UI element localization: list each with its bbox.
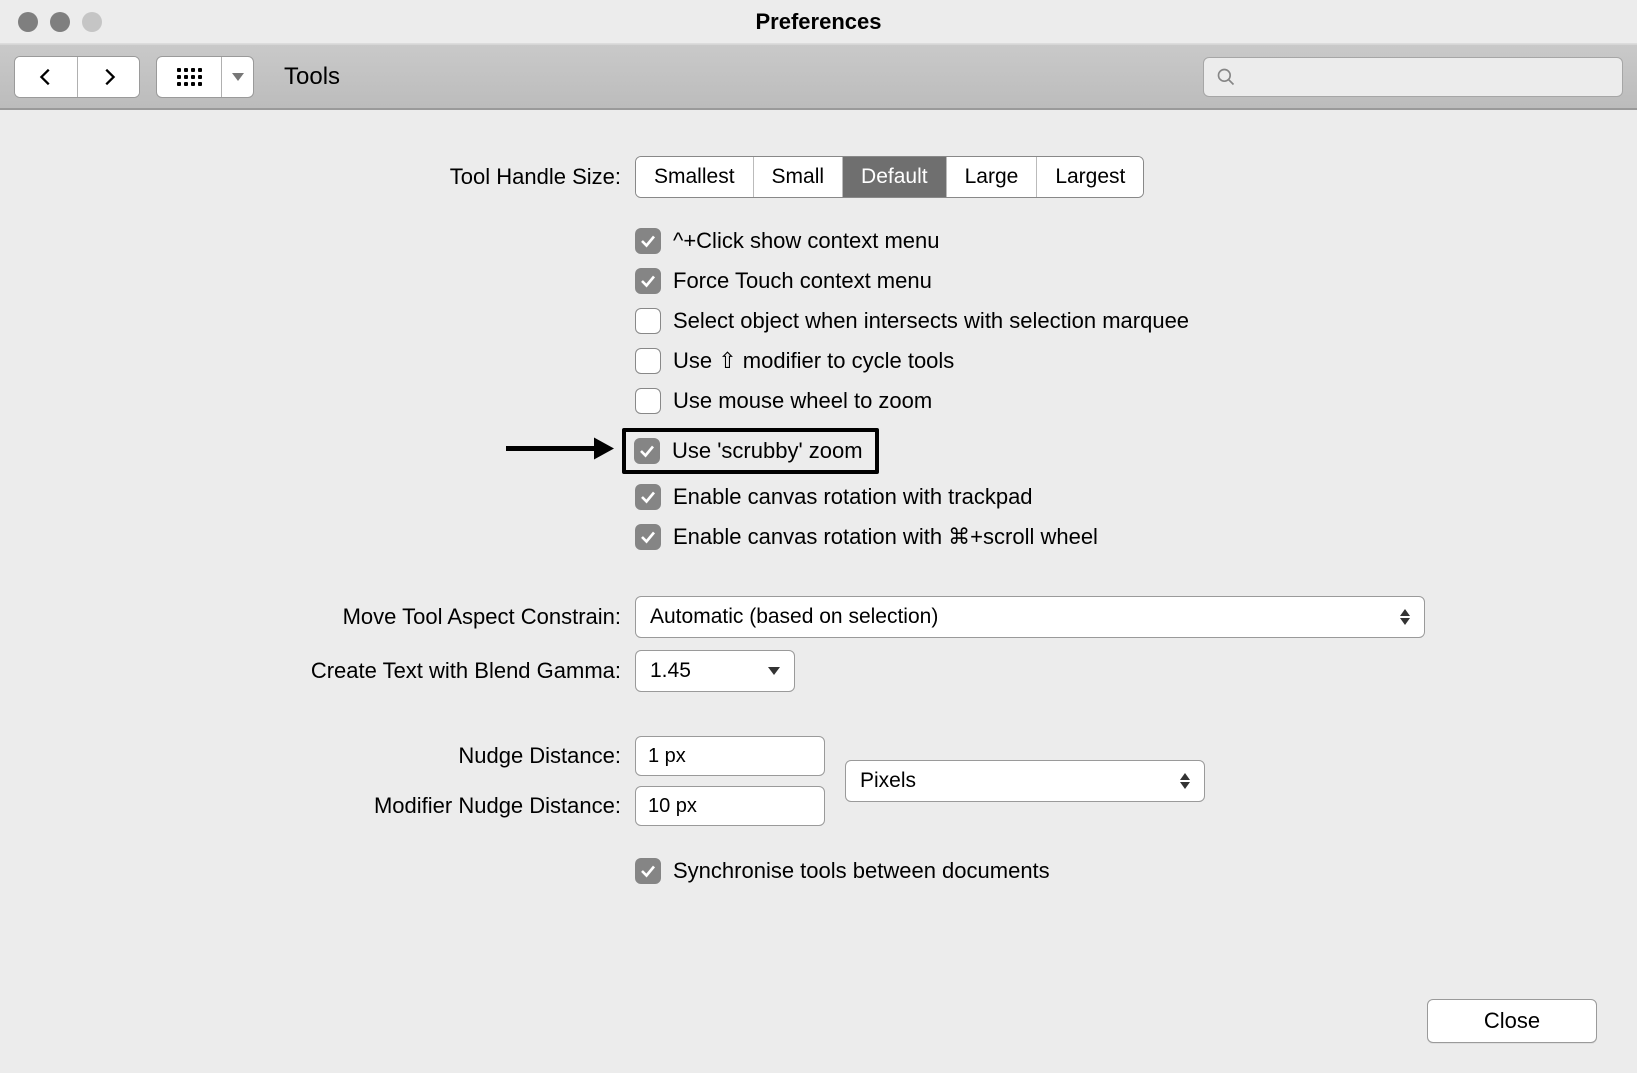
titlebar: Preferences xyxy=(0,0,1637,44)
blend-gamma-select[interactable]: 1.45 xyxy=(635,650,795,692)
tool-handle-segmented: Smallest Small Default Large Largest xyxy=(635,156,1144,198)
tool-handle-row: Tool Handle Size: Smallest Small Default… xyxy=(40,156,1597,198)
shift-cycle-row: Use ⇧ modifier to cycle tools xyxy=(40,348,1597,374)
section-title: Tools xyxy=(284,63,340,91)
nudge-units-value: Pixels xyxy=(860,769,916,793)
check-icon xyxy=(639,272,657,290)
canvas-rot-trackpad-label: Enable canvas rotation with trackpad xyxy=(673,484,1033,510)
view-all-button[interactable] xyxy=(157,57,221,97)
stepper-icon xyxy=(1400,609,1410,625)
grid-icon xyxy=(177,68,202,86)
ctrl-click-checkbox[interactable] xyxy=(635,228,661,254)
seg-smallest[interactable]: Smallest xyxy=(636,157,753,197)
check-icon xyxy=(639,862,657,880)
seg-default[interactable]: Default xyxy=(842,157,946,197)
select-intersect-label: Select object when intersects with selec… xyxy=(673,308,1189,334)
seg-small[interactable]: Small xyxy=(753,157,843,197)
view-dropdown-button[interactable] xyxy=(221,57,253,97)
mod-nudge-row: Modifier Nudge Distance: xyxy=(40,786,825,826)
window-title: Preferences xyxy=(0,9,1637,35)
sync-tools-checkbox[interactable] xyxy=(635,858,661,884)
tool-handle-label: Tool Handle Size: xyxy=(40,164,635,190)
canvas-rot-scroll-label: Enable canvas rotation with ⌘+scroll whe… xyxy=(673,524,1098,550)
sync-tools-label: Synchronise tools between documents xyxy=(673,858,1050,884)
nav-group xyxy=(14,56,140,98)
ctrl-click-label: ^+Click show context menu xyxy=(673,228,940,254)
canvas-rot-scroll-checkbox[interactable] xyxy=(635,524,661,550)
blend-gamma-label: Create Text with Blend Gamma: xyxy=(40,658,635,684)
mod-nudge-label: Modifier Nudge Distance: xyxy=(40,793,635,819)
back-button[interactable] xyxy=(15,57,77,97)
check-icon xyxy=(639,232,657,250)
ctrl-click-row: ^+Click show context menu xyxy=(40,228,1597,254)
check-icon xyxy=(638,442,656,460)
scrubby-zoom-checkbox[interactable] xyxy=(634,438,660,464)
chevron-down-icon xyxy=(232,73,244,81)
wheel-zoom-row: Use mouse wheel to zoom xyxy=(40,388,1597,414)
chevron-down-icon xyxy=(768,667,780,675)
view-switcher xyxy=(156,56,254,98)
move-constrain-row: Move Tool Aspect Constrain: Automatic (b… xyxy=(40,596,1597,638)
search-field[interactable] xyxy=(1203,57,1623,97)
nudge-label: Nudge Distance: xyxy=(40,743,635,769)
check-icon xyxy=(639,528,657,546)
wheel-zoom-label: Use mouse wheel to zoom xyxy=(673,388,932,414)
search-icon xyxy=(1216,67,1236,87)
chevron-right-icon xyxy=(98,66,120,88)
move-constrain-value: Automatic (based on selection) xyxy=(650,605,938,629)
toolbar: Tools xyxy=(0,44,1637,110)
chevron-left-icon xyxy=(35,66,57,88)
nudge-input[interactable] xyxy=(635,736,825,776)
sync-tools-row: Synchronise tools between documents xyxy=(40,858,1597,884)
scrubby-zoom-highlight: Use 'scrubby' zoom xyxy=(622,428,879,474)
force-touch-checkbox[interactable] xyxy=(635,268,661,294)
select-intersect-row: Select object when intersects with selec… xyxy=(40,308,1597,334)
seg-largest[interactable]: Largest xyxy=(1036,157,1143,197)
select-intersect-checkbox[interactable] xyxy=(635,308,661,334)
blend-gamma-value: 1.45 xyxy=(650,659,691,683)
forward-button[interactable] xyxy=(77,57,139,97)
shift-cycle-label: Use ⇧ modifier to cycle tools xyxy=(673,348,954,374)
shift-cycle-checkbox[interactable] xyxy=(635,348,661,374)
content-area: Tool Handle Size: Smallest Small Default… xyxy=(0,110,1637,1073)
blend-gamma-row: Create Text with Blend Gamma: 1.45 xyxy=(40,650,1597,692)
preferences-window: Preferences Tools xyxy=(0,0,1637,1073)
canvas-rot-trackpad-checkbox[interactable] xyxy=(635,484,661,510)
close-label: Close xyxy=(1484,1008,1540,1034)
scrubby-zoom-label: Use 'scrubby' zoom xyxy=(672,438,863,464)
close-button[interactable]: Close xyxy=(1427,999,1597,1043)
force-touch-row: Force Touch context menu xyxy=(40,268,1597,294)
arrow-right-icon xyxy=(506,434,616,464)
canvas-rot-trackpad-row: Enable canvas rotation with trackpad xyxy=(40,484,1597,510)
search-input[interactable] xyxy=(1246,65,1610,88)
force-touch-label: Force Touch context menu xyxy=(673,268,932,294)
stepper-icon xyxy=(1180,773,1190,789)
wheel-zoom-checkbox[interactable] xyxy=(635,388,661,414)
mod-nudge-input[interactable] xyxy=(635,786,825,826)
nudge-row: Nudge Distance: xyxy=(40,736,825,776)
move-constrain-label: Move Tool Aspect Constrain: xyxy=(40,604,635,630)
canvas-rot-scroll-row: Enable canvas rotation with ⌘+scroll whe… xyxy=(40,524,1597,550)
nudge-units-select[interactable]: Pixels xyxy=(845,760,1205,802)
check-icon xyxy=(639,488,657,506)
move-constrain-select[interactable]: Automatic (based on selection) xyxy=(635,596,1425,638)
scrubby-zoom-row: Use 'scrubby' zoom xyxy=(40,428,1597,474)
arrow-annotation xyxy=(506,434,616,469)
seg-large[interactable]: Large xyxy=(946,157,1037,197)
